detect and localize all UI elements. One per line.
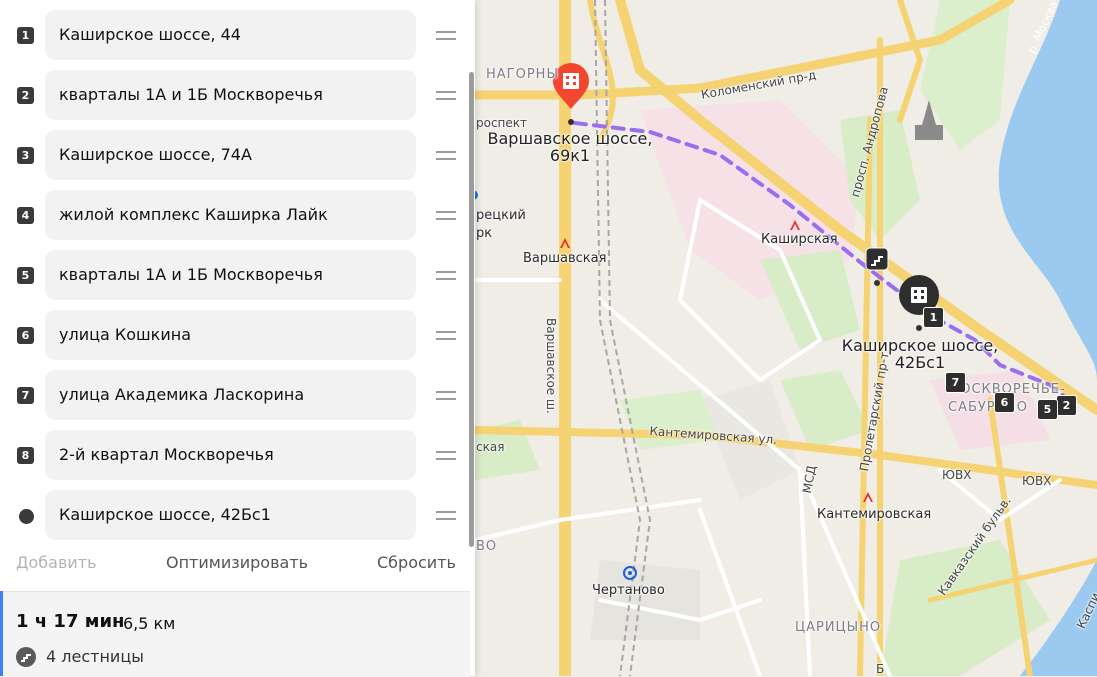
map-marker-2[interactable]: 2 [1056,395,1077,416]
drag-handle-icon[interactable] [436,328,456,342]
waypoint-address-input[interactable]: улица Кошкина [45,310,416,360]
drag-handle-icon[interactable] [436,448,456,462]
destination-dot-icon [19,509,34,524]
optimize-route-button[interactable]: Оптимизировать [166,553,308,572]
route-duration: 1 ч 17 мин [16,611,125,632]
waypoint-row[interactable]: 2 кварталы 1А и 1Б Москворечья [0,70,470,120]
waypoint-address-input[interactable]: улица Академика Ласкорина [45,370,416,420]
waypoint-number-badge: 4 [17,207,34,224]
waypoint-row[interactable]: 3 Каширское шоссе, 74А [0,130,470,180]
district-label-saburovo: САБУРОВО [948,400,1029,415]
stairs-icon [16,647,36,667]
park-label-1: рецкий [476,208,526,223]
drag-handle-icon[interactable] [436,508,456,522]
metro-label-chertanovo: Чертаново [592,583,665,598]
waypoint-number-badge: 6 [17,327,34,344]
route-panel: 1 Каширское шоссе, 44 2 кварталы 1А и 1Б Мо… [0,0,475,677]
drag-handle-icon[interactable] [436,88,456,102]
waypoint-number-badge: 1 [17,27,34,44]
street-label-yuvh-1: ЮВХ [942,468,972,482]
street-label-prospekt: роспект [476,116,528,130]
district-label-vo: ВО [476,539,498,554]
street-label-b: Б [876,662,885,676]
waypoint-row[interactable]: 7 улица Академика Ласкорина [0,370,470,420]
route-distance: 6,5 км [123,614,176,633]
waypoint-address-input[interactable]: жилой комплекс Каширка Лайк [45,190,416,240]
waypoint-row[interactable]: 6 улица Кошкина [0,310,470,360]
end-label-line2: 42Бс1 [894,353,946,372]
metro-label-kashirskaya: Каширская [761,232,838,247]
metro-label-kantemirovskaya: Кантемировская [817,507,932,522]
drag-handle-icon[interactable] [436,268,456,282]
drag-handle-icon[interactable] [436,28,456,42]
district-label-tsaritsyno: ЦАРИЦЫНО [795,620,882,635]
end-point-label: Каширское шоссе, 42Бс1 [840,337,1000,371]
start-label-line2: 69к1 [549,146,591,165]
waypoint-number-badge: 2 [17,87,34,104]
panel-scrollbar[interactable] [469,72,474,547]
waypoint-address-input[interactable]: кварталы 1А и 1Б Москворечья [45,250,416,300]
reset-route-button[interactable]: Сбросить [377,553,456,572]
map-marker-5[interactable]: 5 [1037,399,1058,420]
drag-handle-icon[interactable] [436,388,456,402]
waypoint-address-input[interactable]: Каширское шоссе, 42Бс1 [45,490,416,540]
map-marker-1[interactable]: 1 [923,307,944,328]
street-label-kaskad: ская [476,440,505,454]
metro-label-varshavskaya: Варшавская [523,251,607,266]
waypoint-address-input[interactable]: кварталы 1А и 1Б Москворечья [45,70,416,120]
waypoint-number-badge: 8 [17,447,34,464]
waypoint-row[interactable]: 4 жилой комплекс Каширка Лайк [0,190,470,240]
waypoint-row[interactable]: 1 Каширское шоссе, 44 [0,10,470,60]
waypoint-row[interactable]: 8 2-й квартал Москворечья [0,430,470,480]
stairs-count: 4 лестницы [46,647,144,666]
drag-handle-icon[interactable] [436,208,456,222]
drag-handle-icon[interactable] [436,148,456,162]
waypoint-address-input[interactable]: Каширское шоссе, 44 [45,10,416,60]
waypoint-address-input[interactable]: Каширское шоссе, 74А [45,130,416,180]
end-label-line1: Каширское шоссе, [841,336,999,355]
add-waypoint-button[interactable]: Добавить [16,553,97,572]
district-label-nagorny: НАГОРНЫ [486,67,559,82]
waypoint-number-badge: 3 [17,147,34,164]
waypoint-address-input[interactable]: 2-й квартал Москворечья [45,430,416,480]
start-point-label: Варшавское шоссе, 69к1 [485,130,655,164]
waypoint-number-badge: 5 [17,267,34,284]
waypoint-row[interactable]: Каширское шоссе, 42Бс1 [0,490,470,540]
park-label-2: рк [476,226,493,241]
route-summary[interactable]: 1 ч 17 мин 6,5 км 4 лестницы [0,591,470,677]
map-marker-7[interactable]: 7 [945,372,966,393]
waypoint-row[interactable]: 5 кварталы 1А и 1Б Москворечья [0,250,470,300]
start-label-line1: Варшавское шоссе, [487,129,653,148]
selected-route-indicator [0,591,3,676]
street-label-varshavskoe: Варшавское ш. [544,318,558,414]
waypoint-number-badge: 7 [17,387,34,404]
street-label-yuvh-2: ЮВХ [1022,474,1052,488]
map-marker-6[interactable]: 6 [994,392,1015,413]
